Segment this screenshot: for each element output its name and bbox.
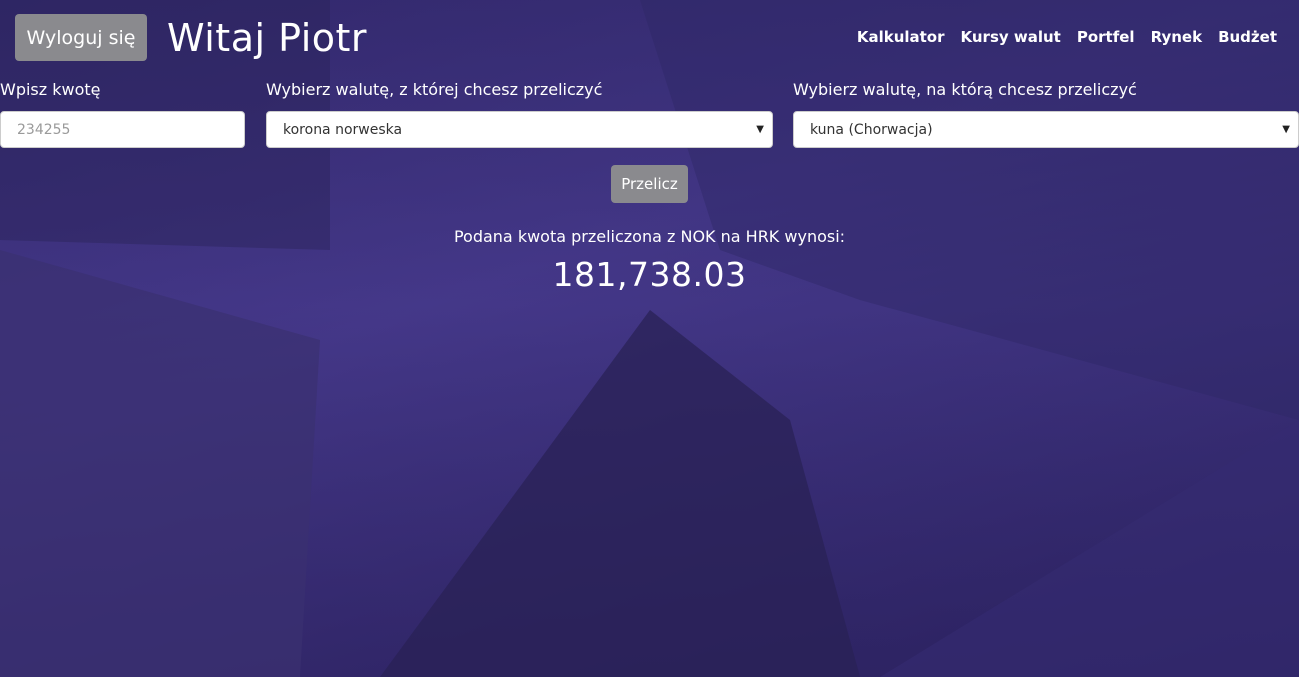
from-currency-value: korona norweska xyxy=(283,121,403,138)
amount-label: Wpisz kwotę xyxy=(0,80,101,99)
nav-portfel[interactable]: Portfel xyxy=(1077,28,1135,46)
logout-button[interactable]: Wyloguj się xyxy=(15,14,147,61)
convert-button[interactable]: Przelicz xyxy=(611,165,688,203)
nav-kursy-walut[interactable]: Kursy walut xyxy=(961,28,1061,46)
nav-budzet[interactable]: Budżet xyxy=(1218,28,1277,46)
amount-input[interactable] xyxy=(0,111,245,148)
nav-kalkulator[interactable]: Kalkulator xyxy=(857,28,945,46)
dropdown-arrow-icon: ▼ xyxy=(756,124,764,135)
nav-rynek[interactable]: Rynek xyxy=(1151,28,1202,46)
dropdown-arrow-icon: ▼ xyxy=(1282,124,1290,135)
result-value: 181,738.03 xyxy=(552,255,747,294)
main-nav: Kalkulator Kursy walut Portfel Rynek Bud… xyxy=(857,28,1277,46)
from-currency-select[interactable]: korona norweska ▼ xyxy=(266,111,773,148)
to-currency-value: kuna (Chorwacja) xyxy=(810,121,933,138)
result-label: Podana kwota przeliczona z NOK na HRK wy… xyxy=(453,227,846,246)
to-currency-select[interactable]: kuna (Chorwacja) ▼ xyxy=(793,111,1299,148)
to-currency-label: Wybierz walutę, na którą chcesz przelicz… xyxy=(793,80,1137,99)
greeting-title: Witaj Piotr xyxy=(167,16,368,60)
from-currency-label: Wybierz walutę, z której chcesz przelicz… xyxy=(266,80,603,99)
